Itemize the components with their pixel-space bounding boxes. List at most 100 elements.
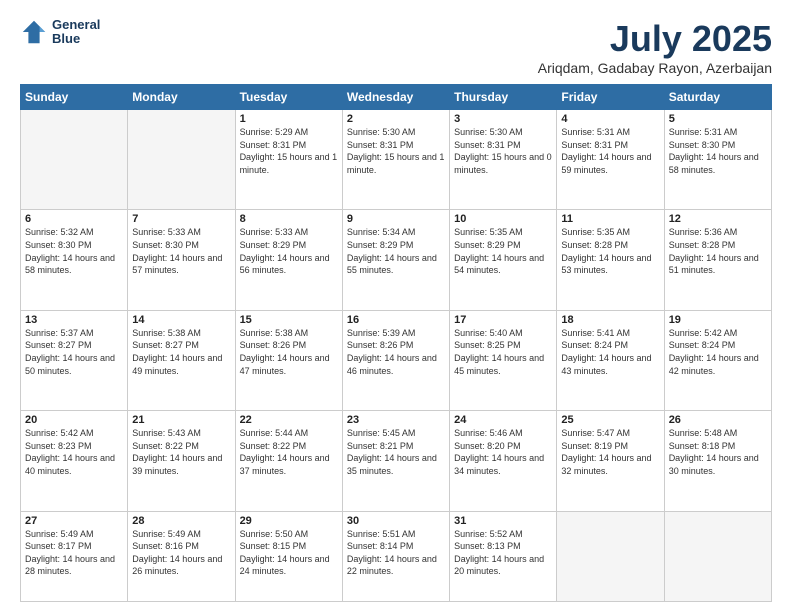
day-detail: Sunrise: 5:45 AM Sunset: 8:21 PM Dayligh… [347,427,445,477]
day-number: 1 [240,113,338,125]
day-number: 18 [561,314,659,326]
calendar-cell: 2Sunrise: 5:30 AM Sunset: 8:31 PM Daylig… [342,110,449,210]
calendar-cell: 6Sunrise: 5:32 AM Sunset: 8:30 PM Daylig… [21,210,128,310]
day-detail: Sunrise: 5:32 AM Sunset: 8:30 PM Dayligh… [25,226,123,276]
day-detail: Sunrise: 5:31 AM Sunset: 8:30 PM Dayligh… [669,126,767,176]
logo-line1: General [52,18,100,32]
day-number: 11 [561,213,659,225]
calendar-cell: 12Sunrise: 5:36 AM Sunset: 8:28 PM Dayli… [664,210,771,310]
calendar-cell: 24Sunrise: 5:46 AM Sunset: 8:20 PM Dayli… [450,411,557,511]
calendar-cell: 17Sunrise: 5:40 AM Sunset: 8:25 PM Dayli… [450,310,557,410]
day-number: 22 [240,414,338,426]
calendar-cell: 11Sunrise: 5:35 AM Sunset: 8:28 PM Dayli… [557,210,664,310]
weekday-header: Saturday [664,85,771,110]
calendar-week-row: 13Sunrise: 5:37 AM Sunset: 8:27 PM Dayli… [21,310,772,410]
calendar-week-row: 27Sunrise: 5:49 AM Sunset: 8:17 PM Dayli… [21,511,772,601]
weekday-header: Thursday [450,85,557,110]
day-number: 10 [454,213,552,225]
subtitle: Ariqdam, Gadabay Rayon, Azerbaijan [538,60,772,76]
calendar-cell: 15Sunrise: 5:38 AM Sunset: 8:26 PM Dayli… [235,310,342,410]
calendar-cell: 21Sunrise: 5:43 AM Sunset: 8:22 PM Dayli… [128,411,235,511]
calendar-cell [664,511,771,601]
day-detail: Sunrise: 5:35 AM Sunset: 8:28 PM Dayligh… [561,226,659,276]
day-number: 8 [240,213,338,225]
day-number: 15 [240,314,338,326]
calendar-cell: 13Sunrise: 5:37 AM Sunset: 8:27 PM Dayli… [21,310,128,410]
logo-line2: Blue [52,32,100,46]
title-block: July 2025 Ariqdam, Gadabay Rayon, Azerba… [538,18,772,76]
day-number: 21 [132,414,230,426]
logo-icon [20,18,48,46]
day-number: 9 [347,213,445,225]
calendar-cell: 29Sunrise: 5:50 AM Sunset: 8:15 PM Dayli… [235,511,342,601]
calendar-cell: 18Sunrise: 5:41 AM Sunset: 8:24 PM Dayli… [557,310,664,410]
day-detail: Sunrise: 5:31 AM Sunset: 8:31 PM Dayligh… [561,126,659,176]
calendar-cell: 22Sunrise: 5:44 AM Sunset: 8:22 PM Dayli… [235,411,342,511]
day-detail: Sunrise: 5:39 AM Sunset: 8:26 PM Dayligh… [347,327,445,377]
weekday-header: Tuesday [235,85,342,110]
day-number: 19 [669,314,767,326]
day-detail: Sunrise: 5:50 AM Sunset: 8:15 PM Dayligh… [240,528,338,578]
logo-text: General Blue [52,18,100,47]
day-number: 30 [347,515,445,527]
day-detail: Sunrise: 5:38 AM Sunset: 8:27 PM Dayligh… [132,327,230,377]
calendar-cell: 23Sunrise: 5:45 AM Sunset: 8:21 PM Dayli… [342,411,449,511]
day-number: 29 [240,515,338,527]
day-detail: Sunrise: 5:33 AM Sunset: 8:29 PM Dayligh… [240,226,338,276]
day-detail: Sunrise: 5:51 AM Sunset: 8:14 PM Dayligh… [347,528,445,578]
weekday-header-row: SundayMondayTuesdayWednesdayThursdayFrid… [21,85,772,110]
day-detail: Sunrise: 5:52 AM Sunset: 8:13 PM Dayligh… [454,528,552,578]
calendar-cell: 27Sunrise: 5:49 AM Sunset: 8:17 PM Dayli… [21,511,128,601]
day-number: 3 [454,113,552,125]
day-number: 24 [454,414,552,426]
day-detail: Sunrise: 5:35 AM Sunset: 8:29 PM Dayligh… [454,226,552,276]
calendar-cell [128,110,235,210]
day-detail: Sunrise: 5:33 AM Sunset: 8:30 PM Dayligh… [132,226,230,276]
day-number: 13 [25,314,123,326]
day-detail: Sunrise: 5:48 AM Sunset: 8:18 PM Dayligh… [669,427,767,477]
calendar-cell: 19Sunrise: 5:42 AM Sunset: 8:24 PM Dayli… [664,310,771,410]
day-number: 14 [132,314,230,326]
day-number: 7 [132,213,230,225]
calendar-cell: 31Sunrise: 5:52 AM Sunset: 8:13 PM Dayli… [450,511,557,601]
calendar-week-row: 6Sunrise: 5:32 AM Sunset: 8:30 PM Daylig… [21,210,772,310]
weekday-header: Wednesday [342,85,449,110]
day-number: 6 [25,213,123,225]
header: General Blue July 2025 Ariqdam, Gadabay … [20,18,772,76]
day-detail: Sunrise: 5:36 AM Sunset: 8:28 PM Dayligh… [669,226,767,276]
calendar-cell: 30Sunrise: 5:51 AM Sunset: 8:14 PM Dayli… [342,511,449,601]
calendar-cell: 1Sunrise: 5:29 AM Sunset: 8:31 PM Daylig… [235,110,342,210]
day-detail: Sunrise: 5:44 AM Sunset: 8:22 PM Dayligh… [240,427,338,477]
day-detail: Sunrise: 5:47 AM Sunset: 8:19 PM Dayligh… [561,427,659,477]
calendar-cell: 16Sunrise: 5:39 AM Sunset: 8:26 PM Dayli… [342,310,449,410]
day-detail: Sunrise: 5:41 AM Sunset: 8:24 PM Dayligh… [561,327,659,377]
day-number: 12 [669,213,767,225]
day-number: 23 [347,414,445,426]
calendar-cell: 5Sunrise: 5:31 AM Sunset: 8:30 PM Daylig… [664,110,771,210]
main-title: July 2025 [538,18,772,60]
day-number: 26 [669,414,767,426]
calendar-cell: 4Sunrise: 5:31 AM Sunset: 8:31 PM Daylig… [557,110,664,210]
calendar-cell: 10Sunrise: 5:35 AM Sunset: 8:29 PM Dayli… [450,210,557,310]
calendar-cell [21,110,128,210]
day-number: 20 [25,414,123,426]
calendar-week-row: 1Sunrise: 5:29 AM Sunset: 8:31 PM Daylig… [21,110,772,210]
calendar-cell: 14Sunrise: 5:38 AM Sunset: 8:27 PM Dayli… [128,310,235,410]
day-detail: Sunrise: 5:40 AM Sunset: 8:25 PM Dayligh… [454,327,552,377]
day-number: 17 [454,314,552,326]
day-number: 27 [25,515,123,527]
logo: General Blue [20,18,100,47]
calendar-week-row: 20Sunrise: 5:42 AM Sunset: 8:23 PM Dayli… [21,411,772,511]
calendar-cell: 28Sunrise: 5:49 AM Sunset: 8:16 PM Dayli… [128,511,235,601]
day-number: 2 [347,113,445,125]
day-detail: Sunrise: 5:49 AM Sunset: 8:16 PM Dayligh… [132,528,230,578]
day-detail: Sunrise: 5:38 AM Sunset: 8:26 PM Dayligh… [240,327,338,377]
weekday-header: Sunday [21,85,128,110]
day-detail: Sunrise: 5:30 AM Sunset: 8:31 PM Dayligh… [454,126,552,176]
page: General Blue July 2025 Ariqdam, Gadabay … [0,0,792,612]
calendar-body: 1Sunrise: 5:29 AM Sunset: 8:31 PM Daylig… [21,110,772,602]
day-detail: Sunrise: 5:30 AM Sunset: 8:31 PM Dayligh… [347,126,445,176]
day-detail: Sunrise: 5:42 AM Sunset: 8:23 PM Dayligh… [25,427,123,477]
day-number: 28 [132,515,230,527]
calendar-cell: 25Sunrise: 5:47 AM Sunset: 8:19 PM Dayli… [557,411,664,511]
